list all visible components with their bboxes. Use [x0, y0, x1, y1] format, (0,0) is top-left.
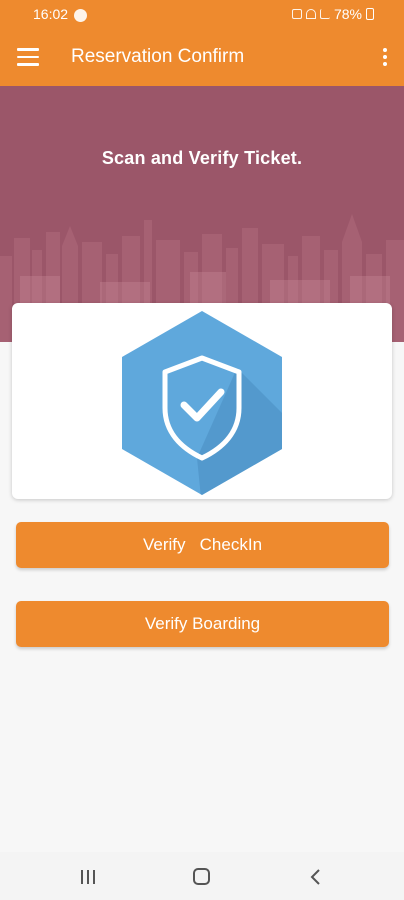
hamburger-menu-icon[interactable]	[17, 48, 39, 68]
recent-apps-icon[interactable]	[81, 870, 95, 884]
verify-card	[12, 303, 392, 499]
page-title: Reservation Confirm	[71, 46, 245, 67]
battery-percent: 78%	[333, 6, 362, 22]
wifi-icon	[305, 9, 316, 19]
app-bar: Reservation Confirm	[0, 30, 404, 86]
verify-checkin-button[interactable]: Verify CheckIn	[16, 522, 389, 568]
home-icon[interactable]	[193, 868, 210, 885]
shield-check-icon	[117, 308, 287, 496]
alarm-icon	[291, 9, 302, 19]
back-icon[interactable]	[308, 867, 324, 887]
data-saver-icon	[74, 9, 87, 22]
verify-boarding-button[interactable]: Verify Boarding	[16, 601, 389, 647]
status-bar: 16:02 78%	[0, 0, 404, 30]
battery-icon	[366, 8, 374, 20]
hero-heading: Scan and Verify Ticket.	[101, 148, 303, 168]
status-icons: 78%	[291, 6, 374, 22]
system-nav-bar	[0, 852, 404, 900]
status-time: 16:02	[33, 6, 69, 22]
more-vertical-icon[interactable]	[382, 48, 388, 70]
signal-icon	[319, 9, 330, 19]
